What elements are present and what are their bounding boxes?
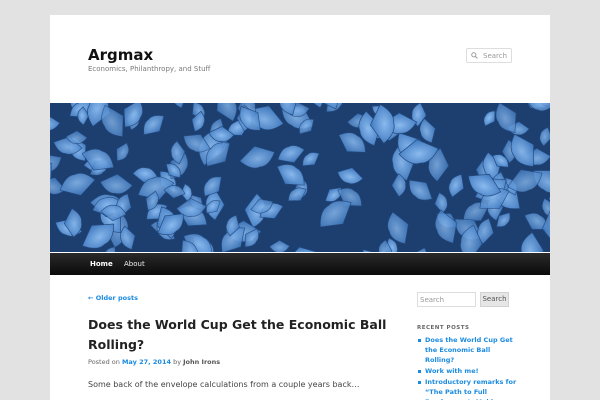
nav-item-home[interactable]: Home: [90, 253, 113, 275]
header-banner-image[interactable]: [50, 103, 550, 252]
post-title[interactable]: Does the World Cup Get the Economic Ball…: [88, 315, 388, 355]
search-icon: [471, 52, 478, 59]
page-container: Argmax Economics, Philanthropy, and Stuf…: [50, 15, 550, 400]
recent-post-item[interactable]: Does the World Cup Get the Economic Ball…: [417, 335, 517, 365]
post-date[interactable]: May 27, 2014: [122, 358, 171, 366]
post-meta: Posted on May 27, 2014 by John Irons: [88, 358, 220, 366]
post-meta-prefix: Posted on: [88, 358, 120, 366]
site-description: Economics, Philanthropy, and Stuff: [88, 65, 211, 73]
recent-post-item[interactable]: Introductory remarks for “The Path to Fu…: [417, 377, 517, 400]
header-search-placeholder: Search: [483, 52, 508, 60]
recent-post-item[interactable]: Work with me!: [417, 366, 517, 376]
sidebar-search-input[interactable]: Search: [417, 292, 476, 307]
sidebar-search-button[interactable]: Search: [480, 292, 509, 307]
post-excerpt: Some back of the envelope calculations f…: [88, 380, 360, 389]
older-posts-link[interactable]: ← Older posts: [88, 294, 138, 302]
post-meta-by: by: [173, 358, 182, 366]
main-navigation: Home About: [50, 253, 550, 275]
site-title[interactable]: Argmax: [88, 46, 153, 64]
header-search-input[interactable]: Search: [466, 48, 512, 63]
post-author[interactable]: John Irons: [183, 358, 220, 366]
nav-item-about[interactable]: About: [124, 253, 145, 275]
recent-posts-heading: RECENT POSTS: [417, 325, 470, 331]
leaf-banner-image: [50, 103, 550, 252]
recent-posts-list: Does the World Cup Get the Economic Ball…: [417, 335, 517, 400]
